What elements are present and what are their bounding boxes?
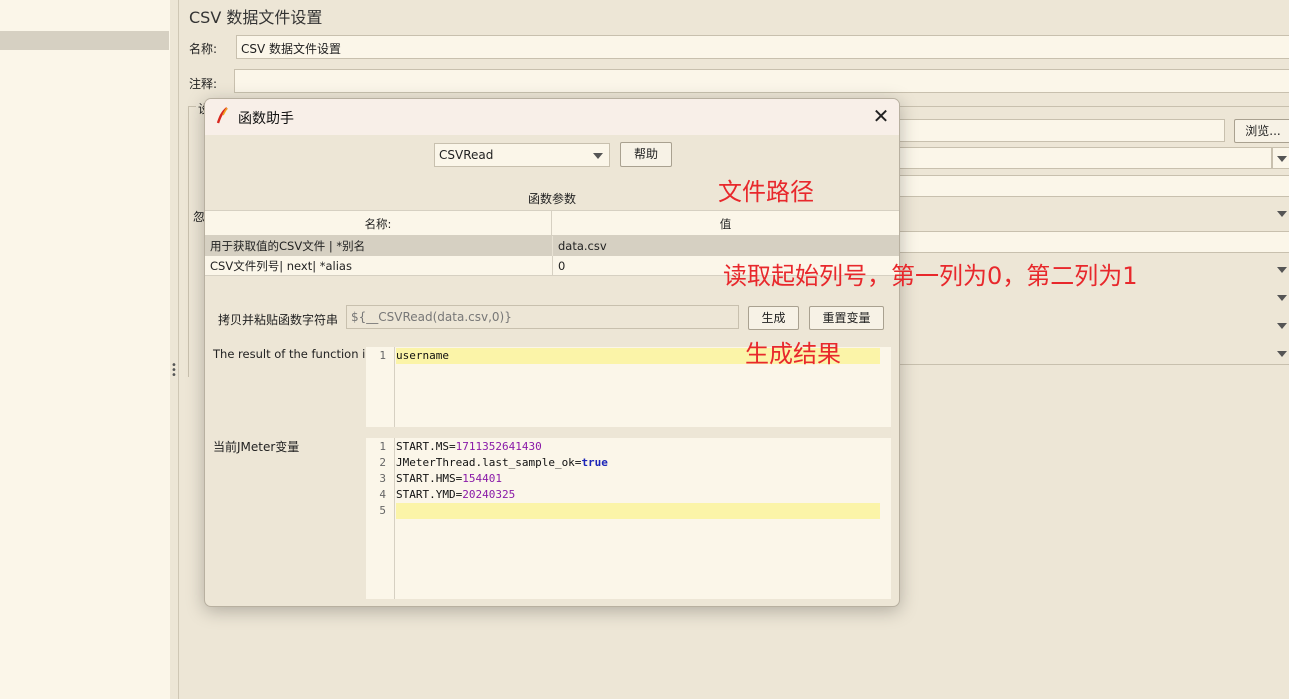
line-number: 1 xyxy=(379,440,386,453)
generate-button[interactable]: 生成 xyxy=(748,306,799,330)
variable-line: START.YMD=20240325 xyxy=(396,488,515,501)
line-number: 3 xyxy=(379,472,386,485)
params-table-header: 名称: 值 xyxy=(205,210,899,237)
name-label: 名称: xyxy=(189,42,218,56)
panel-splitter[interactable] xyxy=(170,0,179,699)
table-row[interactable]: 用于获取值的CSV文件 | *别名 data.csv xyxy=(205,236,899,256)
close-icon[interactable]: ✕ xyxy=(869,105,893,129)
jmeter-feather-icon xyxy=(216,107,228,124)
name-field-value: CSV 数据文件设置 xyxy=(241,42,342,56)
tree-panel xyxy=(0,0,171,699)
annotation-file-path: 文件路径 xyxy=(718,178,814,206)
line-number: 5 xyxy=(379,504,386,517)
variable-key: JMeterThread.last_sample_ok= xyxy=(396,456,582,469)
function-string-field[interactable]: ${__CSVRead(data.csv,0)} xyxy=(346,305,739,329)
comment-field[interactable] xyxy=(234,69,1289,93)
result-label: The result of the function is xyxy=(213,347,372,361)
quoted-data-chevron-icon[interactable] xyxy=(1277,267,1287,273)
params-caption: 函数参数 xyxy=(528,192,577,206)
chevron-down-icon xyxy=(593,153,603,159)
annotation-result-note: 生成结果 xyxy=(745,340,841,368)
current-line-highlight xyxy=(396,503,880,519)
variable-line: START.MS=1711352641430 xyxy=(396,440,542,453)
variable-line: START.HMS=154401 xyxy=(396,472,502,485)
variable-value: true xyxy=(581,456,608,469)
variable-names-field[interactable] xyxy=(898,175,1289,197)
function-string-value: ${__CSVRead(data.csv,0)} xyxy=(351,310,512,324)
param-name-cell[interactable]: 用于获取值的CSV文件 | *别名 xyxy=(205,236,552,256)
comment-label: 注释: xyxy=(189,77,218,91)
result-line: username xyxy=(396,349,449,362)
variable-value: 154401 xyxy=(462,472,502,485)
encoding-combo[interactable] xyxy=(898,147,1272,169)
stop-thread-eof-chevron-icon[interactable] xyxy=(1277,323,1287,329)
variable-key: START.YMD= xyxy=(396,488,463,501)
function-select-value: CSVRead xyxy=(439,148,494,162)
dialog-title: 函数助手 xyxy=(238,111,294,127)
sharing-mode-chevron-icon[interactable] xyxy=(1277,351,1287,357)
line-number: 1 xyxy=(379,349,386,362)
param-name-cell[interactable]: CSV文件列号| next| *alias xyxy=(205,256,552,276)
splitter-grip-icon[interactable]: • • • xyxy=(171,361,177,381)
annotation-column-note: 读取起始列号，第一列为0，第二列为1 xyxy=(723,262,1138,290)
param-value-cell[interactable]: data.csv xyxy=(552,236,899,256)
line-number: 4 xyxy=(379,488,386,501)
delimiter-field[interactable] xyxy=(898,231,1289,253)
divider xyxy=(898,364,1289,365)
column-header-name[interactable]: 名称: xyxy=(205,211,552,237)
variable-key: START.HMS= xyxy=(396,472,463,485)
help-button[interactable]: 帮助 xyxy=(620,142,672,167)
browse-button[interactable]: 浏览... xyxy=(1234,119,1289,143)
ignore-first-line-chevron-icon[interactable] xyxy=(1277,211,1287,217)
variable-value: 1711352641430 xyxy=(455,440,542,453)
name-field[interactable]: CSV 数据文件设置 xyxy=(236,35,1289,59)
variable-key: START.MS= xyxy=(396,440,456,453)
page-title: CSV 数据文件设置 xyxy=(189,8,323,27)
recycle-eof-chevron-icon[interactable] xyxy=(1277,295,1287,301)
tree-selected-row[interactable] xyxy=(0,31,169,50)
variables-editor[interactable]: 1 START.MS=1711352641430 2 JMeterThread.las… xyxy=(366,438,891,599)
chevron-down-icon xyxy=(1277,156,1287,162)
column-header-value[interactable]: 值 xyxy=(552,211,899,237)
dialog-titlebar[interactable]: 函数助手 ✕ xyxy=(205,99,899,135)
copy-label: 拷贝并粘贴函数字符串 xyxy=(218,313,339,327)
variable-line: JMeterThread.last_sample_ok=true xyxy=(396,456,608,469)
function-select[interactable]: CSVRead xyxy=(434,143,610,167)
vars-label: 当前JMeter变量 xyxy=(213,440,300,454)
filename-field[interactable] xyxy=(898,119,1225,142)
line-number: 2 xyxy=(379,456,386,469)
reset-variables-button[interactable]: 重置变量 xyxy=(809,306,884,330)
encoding-combo-button[interactable] xyxy=(1272,147,1289,169)
variable-value: 20240325 xyxy=(462,488,516,501)
